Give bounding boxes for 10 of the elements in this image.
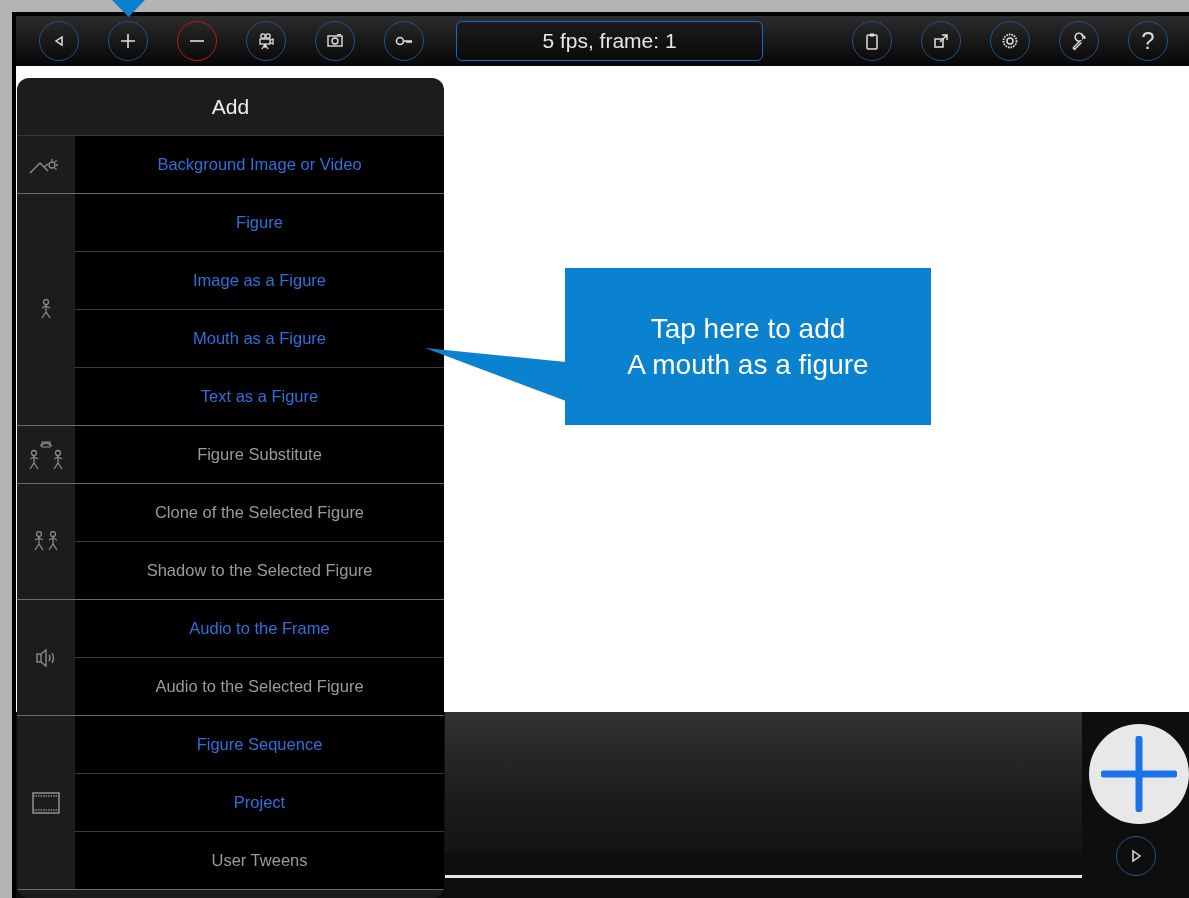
settings-icon xyxy=(1000,31,1020,51)
add-icon xyxy=(1100,736,1177,812)
film-frame-icon xyxy=(32,790,60,815)
stick-figure-icon xyxy=(39,298,53,321)
movie-camera-icon xyxy=(256,31,276,51)
callout: Tap here to add A mouth as a figure xyxy=(565,268,931,425)
export-icon xyxy=(931,31,951,51)
frame-field[interactable]: 5 fps, frame: 1 xyxy=(456,21,763,61)
pointer-arrow xyxy=(112,0,145,17)
add-icon xyxy=(118,31,138,51)
